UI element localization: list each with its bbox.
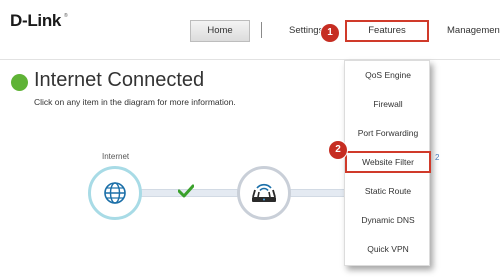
nav-home-button[interactable]: Home (190, 20, 250, 42)
nav-features[interactable]: Features (345, 20, 429, 42)
menu-item-static-route[interactable]: Static Route (345, 180, 431, 202)
top-navigation-bar: D-Link ® Home Settings Features Manageme… (0, 0, 500, 60)
step-1-badge: 1 (321, 24, 339, 42)
diagram-side-number: 2 (435, 153, 440, 162)
registered-mark: ® (64, 13, 68, 19)
router-icon (252, 183, 276, 202)
menu-item-firewall[interactable]: Firewall (345, 93, 431, 115)
menu-item-website-filter[interactable]: Website Filter (345, 151, 431, 173)
menu-item-qos-engine[interactable]: QoS Engine (345, 64, 431, 86)
features-dropdown-menu: QoS Engine Firewall Port Forwarding Webs… (344, 60, 431, 266)
dlink-logo: D-Link (10, 11, 62, 30)
nav-settings[interactable]: Settings (289, 20, 323, 42)
globe-icon (104, 182, 126, 204)
page-title: Internet Connected (34, 69, 205, 91)
connection-status-indicator (11, 74, 28, 91)
checkmark-icon (178, 184, 194, 198)
step-2-badge: 2 (329, 141, 347, 159)
menu-item-port-forwarding[interactable]: Port Forwarding (345, 122, 431, 144)
nav-divider (261, 22, 262, 38)
page-subtitle: Click on any item in the diagram for mor… (34, 97, 236, 107)
menu-item-quick-vpn[interactable]: Quick VPN (345, 238, 431, 260)
menu-item-dynamic-dns[interactable]: Dynamic DNS (345, 209, 431, 231)
internet-node[interactable] (88, 166, 142, 220)
internet-label: Internet (102, 152, 130, 161)
router-node[interactable] (237, 166, 291, 220)
nav-management[interactable]: Management (447, 20, 500, 42)
